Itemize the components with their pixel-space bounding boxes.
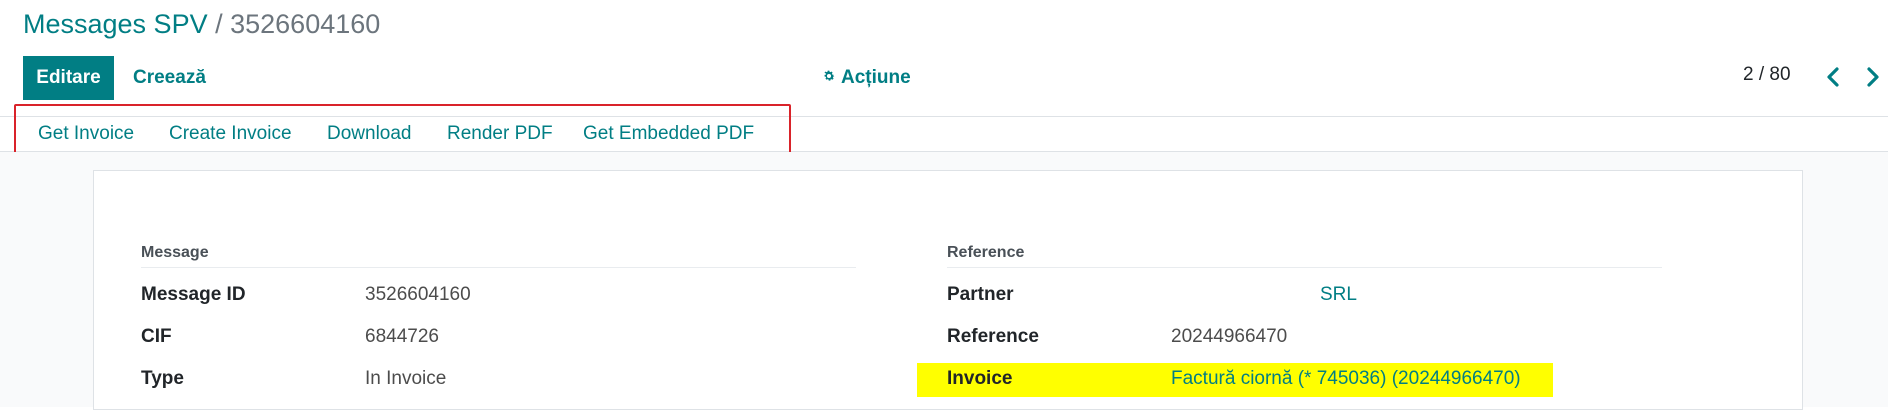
cif-label: CIF — [141, 326, 172, 347]
get-embedded-pdf-button[interactable]: Get Embedded PDF — [583, 117, 754, 151]
reference-value: 20244966470 — [1171, 326, 1288, 347]
edit-button[interactable]: Editare — [23, 56, 114, 100]
reference-group-divider — [947, 267, 1662, 268]
chevron-right-icon — [1867, 67, 1879, 87]
breadcrumb-separator: / — [207, 9, 231, 39]
pager-value[interactable]: 2 / 80 — [1743, 64, 1791, 86]
type-label: Type — [141, 368, 184, 389]
message-group-title: Message — [141, 244, 209, 261]
download-button[interactable]: Download — [327, 117, 412, 151]
pager-next-button[interactable] — [1858, 60, 1888, 94]
create-invoice-button[interactable]: Create Invoice — [169, 117, 292, 151]
reference-label: Reference — [947, 326, 1039, 347]
invoice-link[interactable]: Factură ciornă (* 745036) (20244966470) — [1171, 368, 1521, 390]
breadcrumb-parent-link[interactable]: Messages SPV — [23, 9, 208, 39]
message-id-label: Message ID — [141, 284, 246, 305]
action-label: Acțiune — [841, 67, 911, 88]
render-pdf-button[interactable]: Render PDF — [447, 117, 553, 151]
message-group-divider — [141, 267, 856, 268]
breadcrumb-current: 3526604160 — [230, 9, 381, 39]
statusbar-buttons: Get Invoice Create Invoice Download Rend… — [0, 116, 1888, 152]
cif-value: 6844726 — [365, 326, 439, 347]
reference-group-title: Reference — [947, 244, 1025, 261]
breadcrumb: Messages SPV / 3526604160 — [23, 8, 380, 40]
action-dropdown-button[interactable]: Acțiune — [822, 56, 911, 100]
chevron-left-icon — [1827, 67, 1839, 87]
partner-link[interactable]: SRL — [1320, 284, 1357, 306]
control-panel: Messages SPV / 3526604160 Editare Creeaz… — [0, 0, 1888, 116]
type-value: In Invoice — [365, 368, 447, 389]
partner-label: Partner — [947, 284, 1014, 305]
message-id-value: 3526604160 — [365, 284, 471, 305]
gear-icon — [822, 69, 836, 87]
create-button[interactable]: Creează — [133, 56, 206, 100]
pager-previous-button[interactable] — [1818, 60, 1848, 94]
invoice-label: Invoice — [947, 368, 1013, 389]
get-invoice-button[interactable]: Get Invoice — [38, 117, 134, 151]
